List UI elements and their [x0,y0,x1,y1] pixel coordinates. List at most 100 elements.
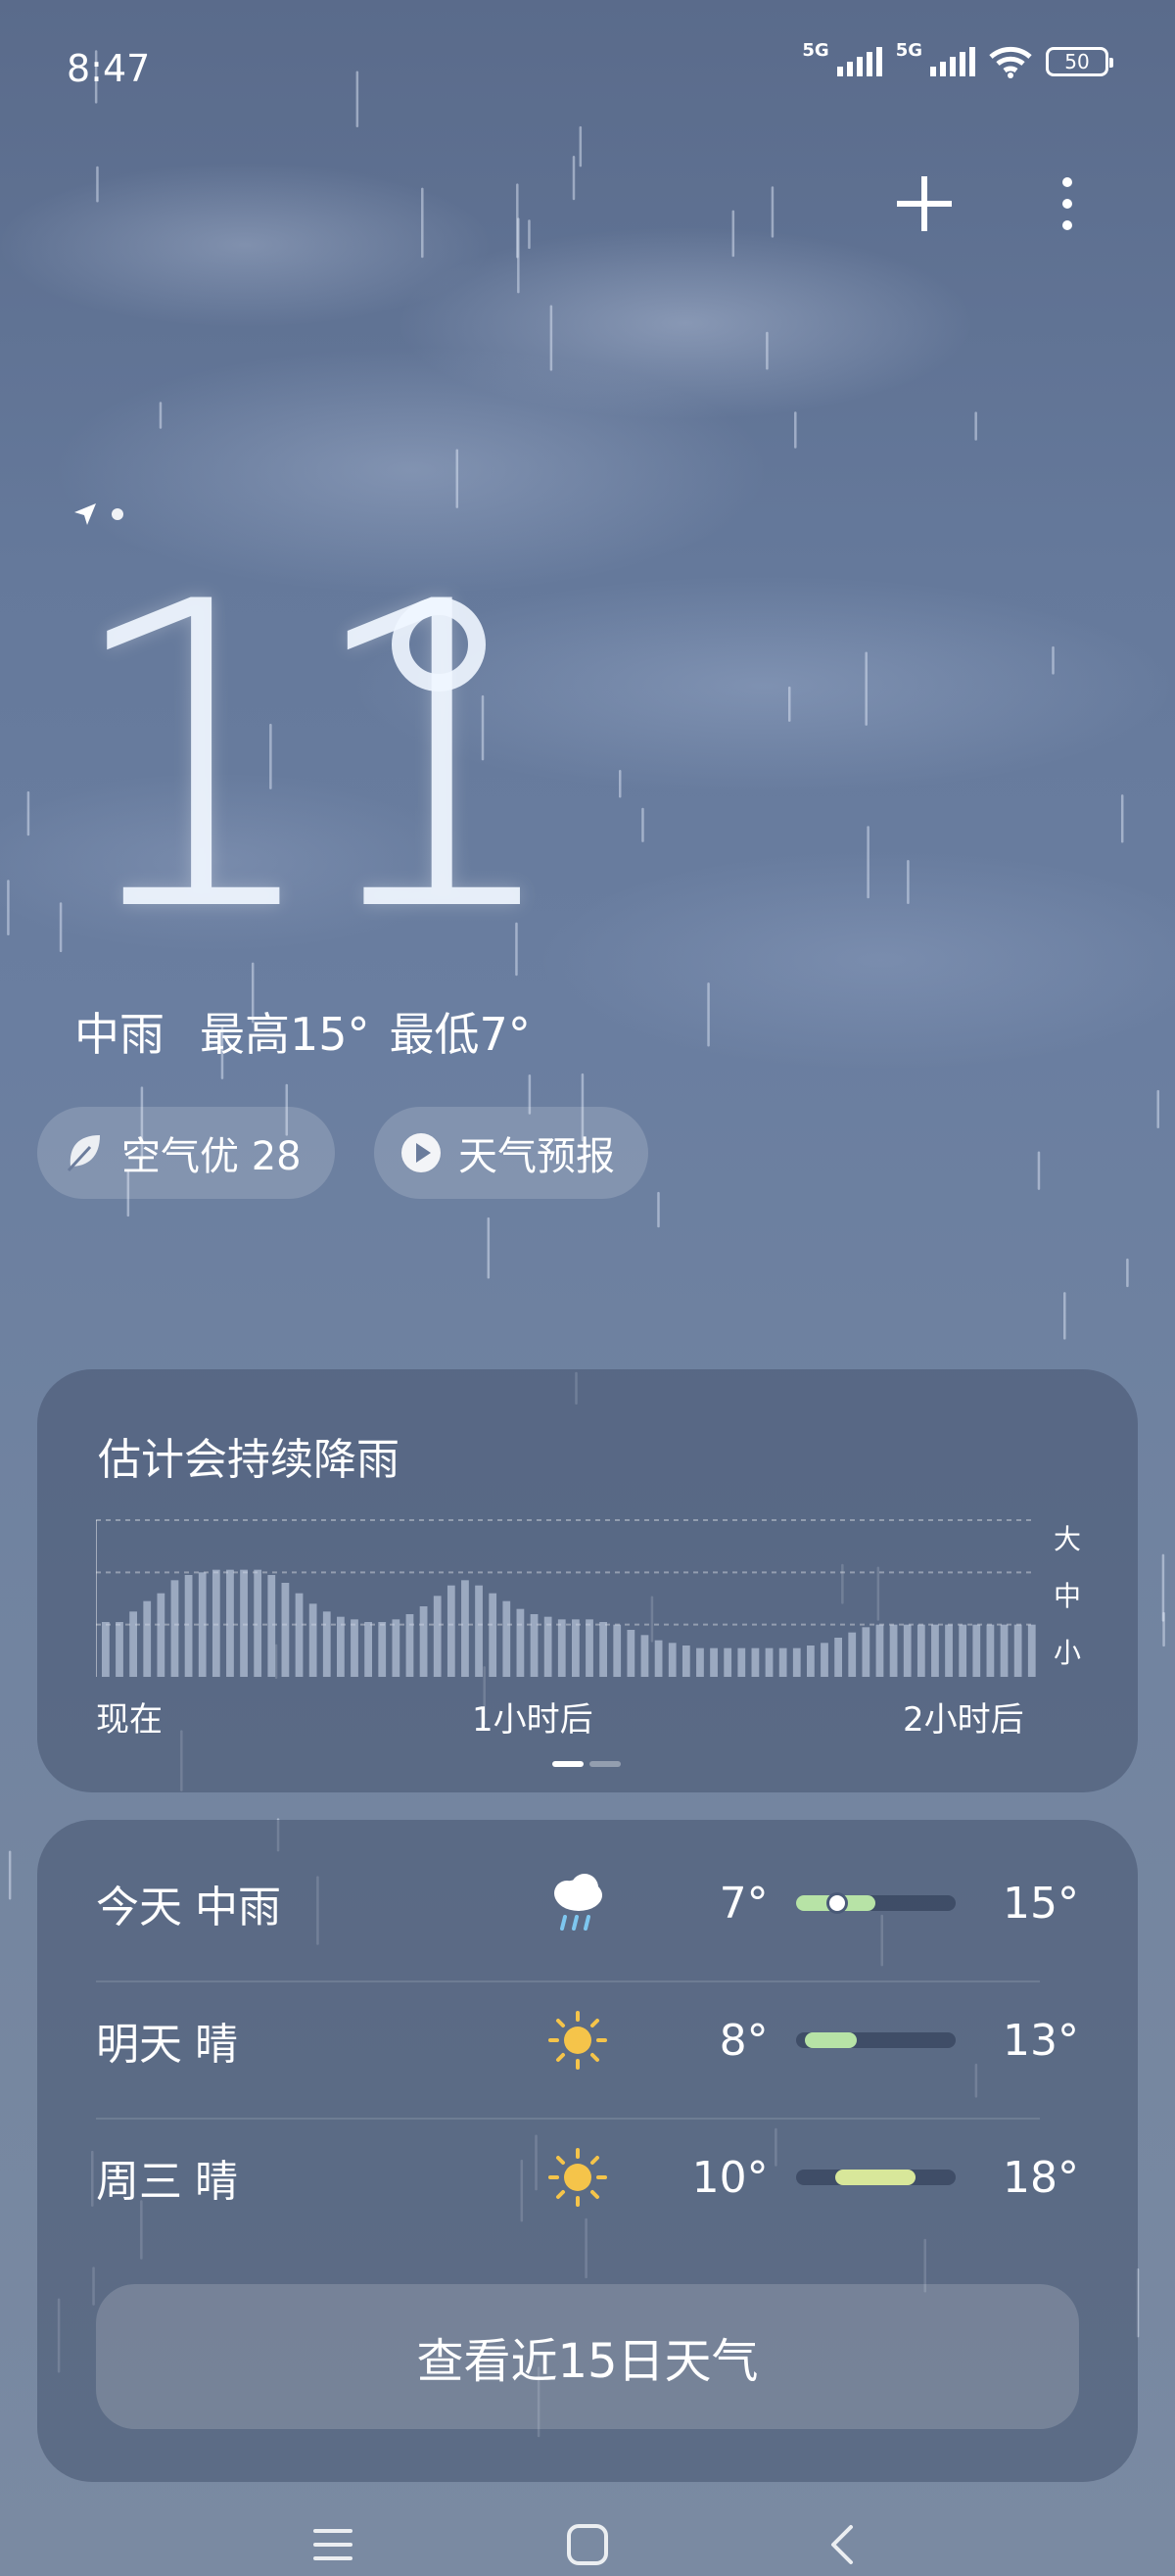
status-time: 8:47 [67,47,151,90]
air-quality-label: 空气优 28 [121,1134,302,1179]
network-label-1: 5G [802,39,829,61]
forecast-high: 15° [1003,1878,1079,1929]
degree-symbol [392,597,486,692]
precipitation-chart [96,1519,1036,1677]
precipitation-bar [710,1647,718,1677]
status-icons: 5G 5G 50 [802,40,1113,78]
low-temperature: 最低7° [389,1008,531,1061]
card-pager [552,1761,621,1767]
level-light-label: 小 [1053,1637,1081,1669]
forecast-day: 明天 [96,2020,182,2070]
forecast-low: 8° [719,2015,769,2066]
forecast-row-today[interactable]: 今天 中雨 7° 15° [96,1839,1079,1967]
precipitation-bar [751,1647,760,1677]
cloud-rain-icon [531,1872,626,1934]
forecast-high: 18° [1003,2152,1079,2203]
precipitation-bar [143,1600,152,1677]
precipitation-bar [834,1638,842,1677]
precipitation-bar [281,1583,290,1677]
sun-icon [531,2146,626,2209]
battery-icon: 50 [1046,47,1113,76]
forecast-low: 10° [691,2152,769,2203]
battery-level: 50 [1064,50,1090,73]
precipitation-bar [502,1600,511,1677]
weather-forecast-label: 天气预报 [458,1134,615,1179]
precipitation-bar [916,1624,925,1677]
precipitation-bar [405,1614,414,1677]
precipitation-bar [461,1580,469,1677]
sun-icon [531,2009,626,2072]
precipitation-bar [530,1614,539,1677]
precipitation-bar [682,1646,690,1677]
forecast-condition: 中雨 [195,1883,281,1932]
precipitation-bar [351,1619,358,1677]
precipitation-bar [848,1632,857,1677]
forecast-condition: 晴 [195,2020,238,2070]
signal-icon [836,47,882,76]
temperature-range-bar [795,2170,956,2185]
view-15-day-button[interactable]: 查看近15日天气 [96,2284,1079,2429]
precipitation-bar [102,1622,110,1677]
temperature-range-fill [805,2032,857,2048]
back-icon [831,2525,853,2564]
precipitation-bar [157,1593,165,1677]
precipitation-bar [986,1624,995,1677]
precipitation-bar [821,1643,828,1677]
temperature-range-bar [795,2032,956,2048]
precipitation-bar [613,1624,622,1677]
forecast-row-tomorrow[interactable]: 明天 晴 8° 13° [96,1977,1079,2104]
precipitation-bar [184,1575,193,1677]
precipitation-bar [959,1624,967,1677]
precipitation-bar [972,1624,981,1677]
precipitation-bar [419,1606,428,1677]
forecast-high: 13° [1003,2015,1079,2066]
precipitation-bar [572,1619,580,1677]
current-condition: 中雨 [74,1008,164,1061]
precipitation-card[interactable]: 估计会持续降雨 大 中 小 现在 1小时后 2小时后 [37,1369,1138,1792]
menu-icon [313,2529,352,2560]
weather-forecast-chip[interactable]: 天气预报 [374,1107,648,1199]
current-summary: 中雨 最高15° 最低7° [74,999,531,1064]
precipitation-bar [1027,1624,1036,1677]
precipitation-bar [737,1647,746,1677]
precipitation-bar [475,1585,483,1677]
precipitation-bar [308,1603,317,1677]
precipitation-bar [322,1611,331,1677]
precipitation-bar [116,1622,123,1677]
precipitation-title: 估计会持续降雨 [98,1435,400,1485]
precipitation-bar [557,1619,566,1677]
add-city-button[interactable] [885,165,964,243]
forecast-day: 周三 [96,2157,182,2207]
precipitation-bar [765,1647,774,1677]
precipitation-bar [696,1647,704,1677]
plus-icon [897,176,952,231]
level-medium-label: 中 [1053,1580,1081,1612]
temperature-range-bar [795,1892,956,1914]
precipitation-bar [226,1569,234,1677]
precipitation-bar [654,1640,663,1677]
precipitation-bar [627,1630,635,1677]
precipitation-bar [862,1627,870,1677]
precipitation-bar [378,1622,387,1677]
menu-button[interactable] [304,2515,362,2574]
more-vertical-icon [1062,177,1072,230]
precipitation-bar [337,1616,345,1677]
precipitation-bar [778,1647,787,1677]
precipitation-bar [903,1624,912,1677]
precipitation-bar [792,1647,801,1677]
precipitation-bar [364,1622,372,1677]
more-menu-button[interactable] [1028,165,1106,243]
precipitation-bar [640,1635,649,1677]
precipitation-bar [931,1624,939,1677]
home-button[interactable] [558,2515,617,2574]
precipitation-bar [446,1585,455,1677]
home-icon [567,2524,608,2565]
precipitation-bar [945,1624,953,1677]
level-heavy-label: 大 [1053,1523,1081,1555]
forecast-row-wednesday[interactable]: 周三 晴 10° 18° [96,2114,1079,2241]
precipitation-bar [295,1593,304,1677]
leaf-icon [67,1135,100,1172]
back-button[interactable] [813,2515,871,2574]
air-quality-chip[interactable]: 空气优 28 [37,1107,335,1199]
precipitation-bar [254,1569,262,1677]
